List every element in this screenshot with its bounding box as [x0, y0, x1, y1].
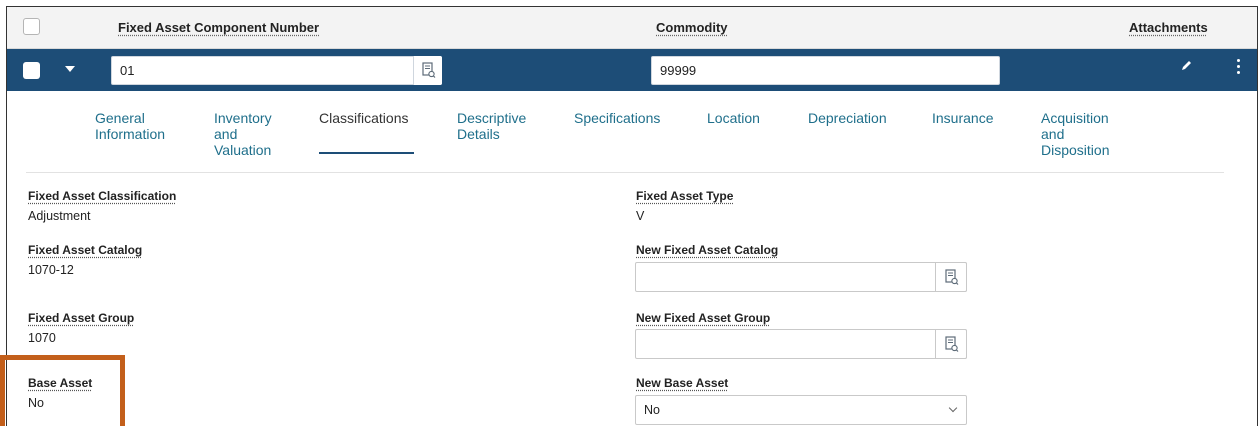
fixed-asset-classification-value: Adjustment — [28, 209, 91, 223]
tab-specifications[interactable]: Specifications — [574, 110, 660, 126]
new-fixed-asset-group-input[interactable] — [635, 329, 967, 359]
new-base-asset-label: New Base Asset — [636, 376, 729, 390]
tab-label-line: Classifications — [319, 110, 409, 126]
tab-divider — [26, 172, 1224, 173]
fixed-asset-catalog-value: 1070-12 — [28, 263, 74, 277]
tab-label-line: Depreciation — [808, 110, 887, 126]
tab-descriptive-details[interactable]: Descriptive Details — [457, 110, 526, 142]
tab-general-information[interactable]: General Information — [95, 110, 165, 142]
fixed-asset-type-value: V — [636, 209, 645, 223]
lookup-icon — [945, 269, 959, 285]
lookup-button[interactable] — [413, 56, 442, 85]
caret-down-icon[interactable] — [65, 66, 75, 72]
tab-label-line: Information — [95, 126, 166, 142]
col-header-attachments[interactable]: Attachments — [1129, 20, 1208, 35]
new-fixed-asset-catalog-input[interactable] — [635, 262, 967, 292]
col-header-commodity[interactable]: Commodity — [656, 20, 728, 35]
active-tab-indicator — [319, 152, 414, 154]
new-fixed-asset-group-label: New Fixed Asset Group — [636, 311, 771, 325]
fixed-asset-component-panel: Fixed Asset Component Number Commodity A… — [6, 6, 1258, 426]
pencil-icon[interactable] — [1179, 59, 1193, 77]
fixed-asset-group-value: 1070 — [28, 331, 56, 345]
new-base-asset-selected-value: No — [644, 403, 660, 417]
tab-label-line: Inventory — [214, 110, 272, 126]
tab-label-line: Insurance — [932, 110, 994, 126]
fixed-asset-group-label: Fixed Asset Group — [28, 311, 135, 325]
fixed-asset-type-label: Fixed Asset Type — [636, 189, 734, 203]
col-header-component-number[interactable]: Fixed Asset Component Number — [118, 20, 319, 35]
new-fixed-asset-catalog-label: New Fixed Asset Catalog — [636, 243, 779, 257]
tab-label-line: Details — [457, 126, 500, 142]
tab-label-line: Acquisition — [1041, 110, 1109, 126]
lookup-icon — [422, 62, 436, 78]
tab-acquisition-and-disposition[interactable]: Acquisition and Disposition — [1041, 110, 1109, 158]
tab-label-line: and — [214, 126, 238, 142]
tab-label-line: Disposition — [1041, 142, 1110, 158]
commodity-input[interactable]: 99999 — [651, 56, 1000, 85]
tab-location[interactable]: Location — [707, 110, 760, 126]
tab-inventory-and-valuation[interactable]: Inventory and Valuation — [214, 110, 272, 158]
table-header: Fixed Asset Component Number Commodity A… — [7, 7, 1257, 49]
fixed-asset-catalog-label: Fixed Asset Catalog — [28, 243, 143, 257]
table-row-selected: 01 99999 — [7, 49, 1257, 91]
new-catalog-lookup-button[interactable] — [935, 262, 967, 292]
callout-highlight-box — [0, 355, 125, 426]
tab-classifications[interactable]: Classifications — [319, 110, 414, 154]
tab-label-line: General — [95, 110, 145, 126]
tab-label-line: Descriptive — [457, 110, 527, 126]
kebab-menu-icon[interactable] — [1237, 59, 1241, 77]
select-all-checkbox[interactable] — [23, 18, 40, 35]
fixed-asset-classification-label: Fixed Asset Classification — [28, 189, 177, 203]
tab-label-line: Valuation — [214, 142, 272, 158]
tab-depreciation[interactable]: Depreciation — [808, 110, 887, 126]
new-base-asset-select[interactable]: No — [635, 395, 967, 425]
component-number-input[interactable]: 01 — [111, 56, 442, 85]
new-group-lookup-button[interactable] — [935, 329, 967, 359]
tab-label-line: Location — [707, 110, 760, 126]
chevron-down-icon — [948, 403, 958, 413]
lookup-icon — [945, 336, 959, 352]
tab-label-line: Specifications — [574, 110, 661, 126]
tab-insurance[interactable]: Insurance — [932, 110, 993, 126]
tab-bar: General Information Inventory and Valuat… — [7, 91, 1257, 175]
row-checkbox[interactable] — [23, 62, 40, 79]
tab-label-line: and — [1041, 126, 1065, 142]
